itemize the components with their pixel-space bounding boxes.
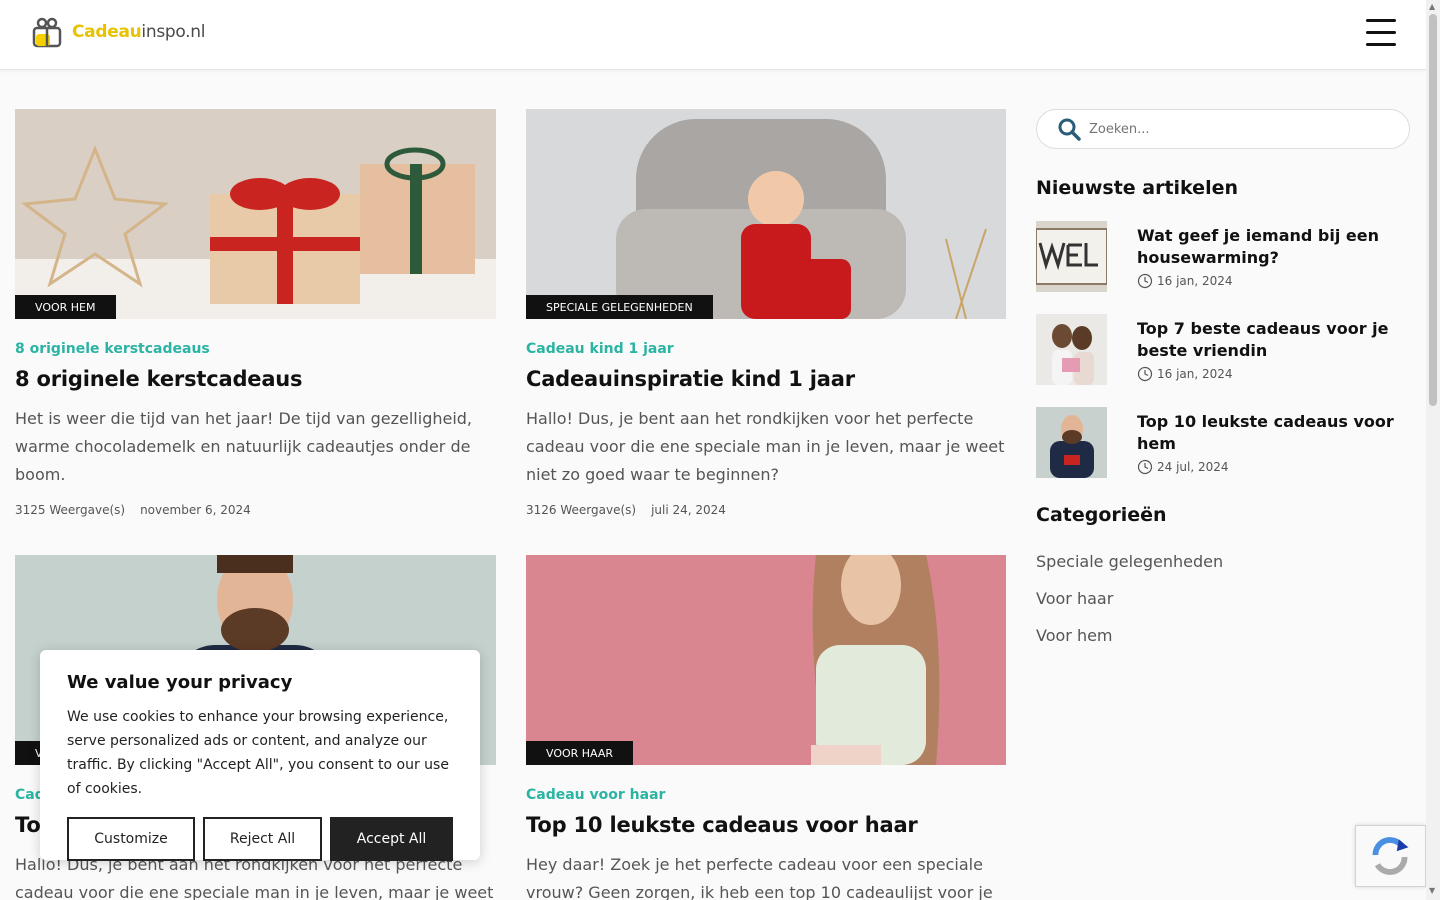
article-card[interactable]: Voor hem 8 originele kerstcadeaus 8 orig… [15,109,496,517]
article-title[interactable]: Top 10 leukste cadeaus voor haar [526,813,1006,837]
recaptcha-badge[interactable] [1355,825,1426,887]
article-title[interactable]: 8 originele kerstcadeaus [15,367,496,391]
article-tag[interactable]: Voor hem [15,295,116,319]
sidebar: Nieuwste artikelen Wat geef je iemand bi… [1036,109,1410,645]
clock-icon [1137,459,1153,475]
search-box[interactable] [1036,109,1410,149]
article-excerpt: Hallo! Dus, je bent aan het rondkijken v… [526,409,1005,484]
article-image[interactable]: Voor haar [526,555,1006,765]
categories-heading: Categorieën [1036,504,1167,526]
page-scrollbar[interactable]: ▲ ▼ [1426,0,1440,900]
article-tag[interactable]: Voor haar [526,741,634,765]
recent-article-title[interactable]: Top 7 beste cadeaus voor je beste vriend… [1137,318,1410,362]
recent-article-item[interactable]: Wat geef je iemand bij een housewarming?… [1036,221,1410,292]
recent-article-date: 16 jan, 2024 [1137,366,1410,382]
article-image[interactable]: Speciale gelegenheden [526,109,1006,319]
article-meta: 3126 Weergave(s) juli 24, 2024 [526,503,1006,517]
cookie-buttons: Customize Reject All Accept All [67,817,453,861]
logo-text: Cadeauinspo.nl [72,22,206,42]
article-category[interactable]: Cadeau voor haar [526,787,1006,803]
recent-article-title[interactable]: Wat geef je iemand bij een housewarming? [1137,225,1410,269]
article-date: november 6, 2024 [140,503,251,517]
article-excerpt: Het is weer die tijd van het jaar! De ti… [15,409,473,484]
recent-article-item[interactable]: Top 7 beste cadeaus voor je beste vriend… [1036,314,1410,385]
recent-article-thumbnail[interactable] [1036,221,1107,292]
article-meta: 3125 Weergave(s) november 6, 2024 [15,503,496,517]
recent-article-thumbnail[interactable] [1036,407,1107,478]
search-icon[interactable] [1057,117,1081,141]
article-date: juli 24, 2024 [651,503,726,517]
scroll-up-arrow-icon[interactable]: ▲ [1429,2,1435,11]
recent-articles-heading: Nieuwste artikelen [1036,177,1238,199]
category-link-voor-haar[interactable]: Voor haar [1036,589,1410,608]
article-category[interactable]: Cadeau kind 1 jaar [526,341,1006,357]
article-excerpt: Hey daar! Zoek je het perfecte cadeau vo… [526,855,993,900]
category-link-speciale-gelegenheden[interactable]: Speciale gelegenheden [1036,552,1410,571]
article-card[interactable]: Speciale gelegenheden Cadeau kind 1 jaar… [526,109,1006,517]
article-image[interactable]: Voor hem [15,109,496,319]
site-header: Cadeauinspo.nl [0,0,1426,70]
recaptcha-icon [1372,837,1409,875]
clock-icon [1137,273,1153,289]
recent-article-item[interactable]: Top 10 leukste cadeaus voor hem 24 jul, … [1036,407,1410,478]
scroll-down-arrow-icon[interactable]: ▼ [1429,886,1435,895]
clock-icon [1137,366,1153,382]
recent-article-thumbnail[interactable] [1036,314,1107,385]
search-input[interactable] [1089,121,1389,137]
scrollbar-thumb[interactable] [1429,14,1437,406]
recent-article-date: 16 jan, 2024 [1137,273,1410,289]
cookie-consent-banner: We value your privacy We use cookies to … [40,650,480,861]
category-link-voor-hem[interactable]: Voor hem [1036,626,1410,645]
article-views: 3126 Weergave(s) [526,503,637,517]
article-title[interactable]: Cadeauinspiratie kind 1 jaar [526,367,1006,391]
recent-article-title[interactable]: Top 10 leukste cadeaus voor hem [1137,411,1410,455]
customize-button[interactable]: Customize [67,817,195,861]
cookie-text: We use cookies to enhance your browsing … [67,709,449,797]
recent-article-date: 24 jul, 2024 [1137,459,1410,475]
gift-logo-icon [32,17,62,48]
article-views: 3125 Weergave(s) [15,503,126,517]
site-logo[interactable]: Cadeauinspo.nl [32,16,205,48]
article-card[interactable]: Voor haar Cadeau voor haar Top 10 leukst… [526,555,1006,900]
accept-all-button[interactable]: Accept All [330,817,453,861]
article-tag[interactable]: Speciale gelegenheden [526,295,713,319]
hamburger-menu-icon[interactable] [1366,19,1396,49]
reject-all-button[interactable]: Reject All [203,817,322,861]
cookie-title: We value your privacy [67,672,293,693]
article-category[interactable]: 8 originele kerstcadeaus [15,341,496,357]
